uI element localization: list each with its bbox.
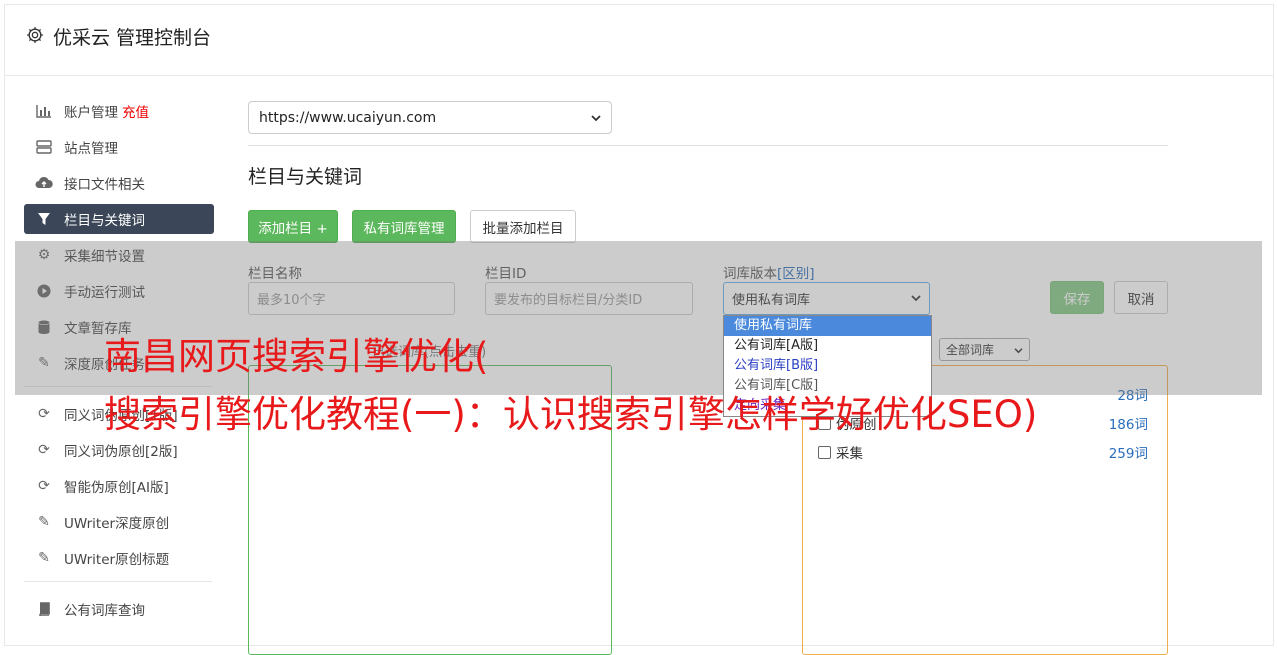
lib-row-label: 采集 — [836, 446, 863, 462]
watermark-line-2: 搜索引擎优化教程(一)：认识搜索引擎怎样学好优化SEO) — [104, 393, 1038, 436]
sidebar-item-label: 栏目与关键词 — [64, 213, 145, 229]
private-lib-button[interactable]: 私有词库管理 — [352, 210, 456, 243]
sidebar-item-label: 账户管理 — [64, 105, 118, 121]
gear-icon — [27, 27, 43, 43]
edit-icon: ✎ — [38, 514, 50, 530]
server-icon — [34, 139, 54, 155]
checkbox[interactable] — [818, 446, 831, 459]
sidebar-item-label: UWriter原创标题 — [64, 552, 170, 568]
cloud-upload-icon — [34, 175, 54, 191]
sidebar-item-label: UWriter深度原创 — [64, 516, 170, 532]
sidebar-item-sites[interactable]: 站点管理 — [24, 132, 214, 162]
sidebar-divider — [24, 581, 212, 582]
sidebar-item-label: 智能伪原创[AI版] — [64, 480, 169, 496]
add-column-button[interactable]: 添加栏目 + — [248, 210, 338, 243]
dropdown-option[interactable]: 公有词库[B版] — [724, 356, 931, 376]
dropdown-option[interactable]: 公有词库[A版] — [724, 336, 931, 356]
sidebar-item-uwriter-title[interactable]: ✎ UWriter原创标题 — [24, 543, 214, 573]
lib-row-count: 186词 — [1108, 417, 1148, 433]
recharge-link[interactable]: 充值 — [122, 101, 149, 121]
sidebar-item-synonym-v2[interactable]: ⟳ 同义词伪原创[2版] — [24, 435, 214, 465]
divider — [248, 145, 1168, 146]
chevron-down-icon — [591, 110, 601, 126]
sidebar-item-label: 同义词伪原创[2版] — [64, 444, 178, 460]
bar-chart-icon — [34, 103, 54, 119]
sidebar-item-columns[interactable]: 栏目与关键词 — [24, 204, 214, 234]
sidebar-item-public-lib[interactable]: 公有词库查询 — [24, 594, 214, 624]
sidebar-item-ai-rewrite[interactable]: ⟳ 智能伪原创[AI版] — [24, 471, 214, 501]
sidebar-item-uwriter-deep[interactable]: ✎ UWriter深度原创 — [24, 507, 214, 537]
sidebar-item-label: 站点管理 — [64, 141, 118, 157]
refresh-icon: ⟳ — [38, 478, 50, 494]
batch-add-button[interactable]: 批量添加栏目 — [470, 210, 576, 243]
sidebar-item-label: 公有词库查询 — [64, 603, 145, 619]
lib-row[interactable]: 采集 259词 — [818, 442, 1148, 462]
site-select[interactable]: https://www.ucaiyun.com — [248, 101, 612, 134]
section-title: 栏目与关键词 — [248, 166, 363, 188]
book-icon — [34, 601, 54, 617]
sidebar-item-interface[interactable]: 接口文件相关 — [24, 168, 214, 198]
app-title: 优采云 管理控制台 — [53, 27, 212, 49]
refresh-icon: ⟳ — [38, 406, 50, 422]
lib-row-count: 259词 — [1108, 446, 1148, 462]
dropdown-option[interactable]: 使用私有词库 — [724, 316, 931, 336]
filter-icon — [34, 211, 54, 227]
edit-icon: ✎ — [38, 550, 50, 566]
site-select-value: https://www.ucaiyun.com — [259, 109, 437, 126]
refresh-icon: ⟳ — [38, 442, 50, 458]
top-bar: 优采云 管理控制台 — [5, 5, 1273, 76]
sidebar-item-account[interactable]: 账户管理 充值 — [24, 96, 214, 126]
watermark-line-1: 南昌网页搜索引擎优化( — [104, 335, 489, 378]
sidebar-item-label: 接口文件相关 — [64, 177, 145, 193]
